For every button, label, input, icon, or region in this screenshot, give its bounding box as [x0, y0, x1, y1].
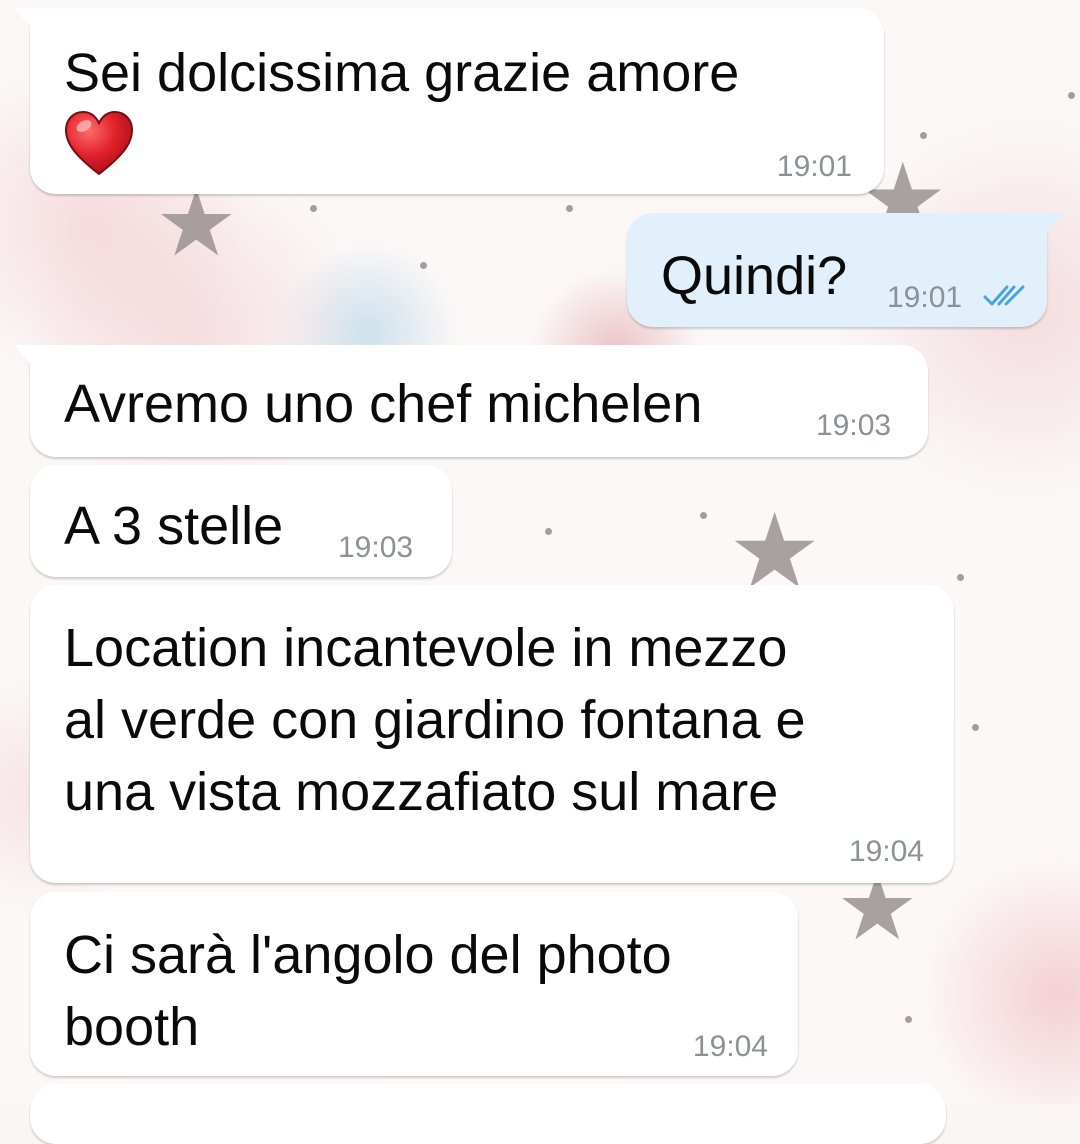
message-bubble-incoming[interactable]: A 3 stelle 19:03 [30, 465, 452, 577]
message-bubble-incoming[interactable]: Ci sarà l'angolo del photo booth 19:04 [30, 892, 798, 1076]
dot-decoration [920, 132, 927, 139]
dot-decoration [566, 205, 573, 212]
message-bubble-incoming[interactable]: Sei dolcissima grazie amore 19:01 [30, 8, 884, 194]
message-bubble-outgoing[interactable]: Quindi? 19:01 [627, 213, 1047, 327]
message-time: 19:01 [776, 150, 852, 183]
message-bubble-incoming[interactable]: Location incantevole in mezzo al verde c… [30, 585, 954, 883]
heart-emoji [64, 110, 134, 176]
message-text-line: al verde con giardino fontana e [64, 690, 806, 750]
dot-decoration [700, 512, 707, 519]
message-time: 19:04 [848, 835, 924, 868]
message-text: Sei dolcissima grazie amore [64, 43, 740, 103]
dot-decoration [545, 528, 552, 535]
message-text-line: Location incantevole in mezzo [64, 618, 788, 678]
message-text: A 3 stelle [64, 496, 284, 556]
dot-decoration [905, 1016, 912, 1023]
dot-decoration [420, 262, 427, 269]
dot-decoration [957, 574, 964, 581]
message-time: 19:01 [887, 281, 963, 314]
bubble-tail [14, 345, 32, 365]
message-text: Quindi? [661, 246, 848, 306]
message-bubble-incoming[interactable]: Avremo uno chef michelen 19:03 [30, 345, 928, 457]
double-check-icon [983, 285, 1025, 306]
message-text: Avremo uno chef michelen [64, 374, 703, 434]
message-bubble-incoming-partial[interactable] [30, 1084, 946, 1144]
bubble-tail [14, 8, 32, 28]
message-time: 19:03 [816, 409, 892, 442]
message-text-line: una vista mozzafiato sul mare [64, 762, 779, 822]
dot-decoration [310, 205, 317, 212]
message-text-line: booth [64, 997, 200, 1057]
message-text-line: Ci sarà l'angolo del photo [64, 925, 672, 985]
message-time: 19:04 [692, 1030, 768, 1063]
message-time: 19:03 [338, 531, 414, 564]
bubble-tail [1047, 213, 1065, 233]
dot-decoration [972, 724, 979, 731]
dot-decoration [1068, 92, 1075, 99]
